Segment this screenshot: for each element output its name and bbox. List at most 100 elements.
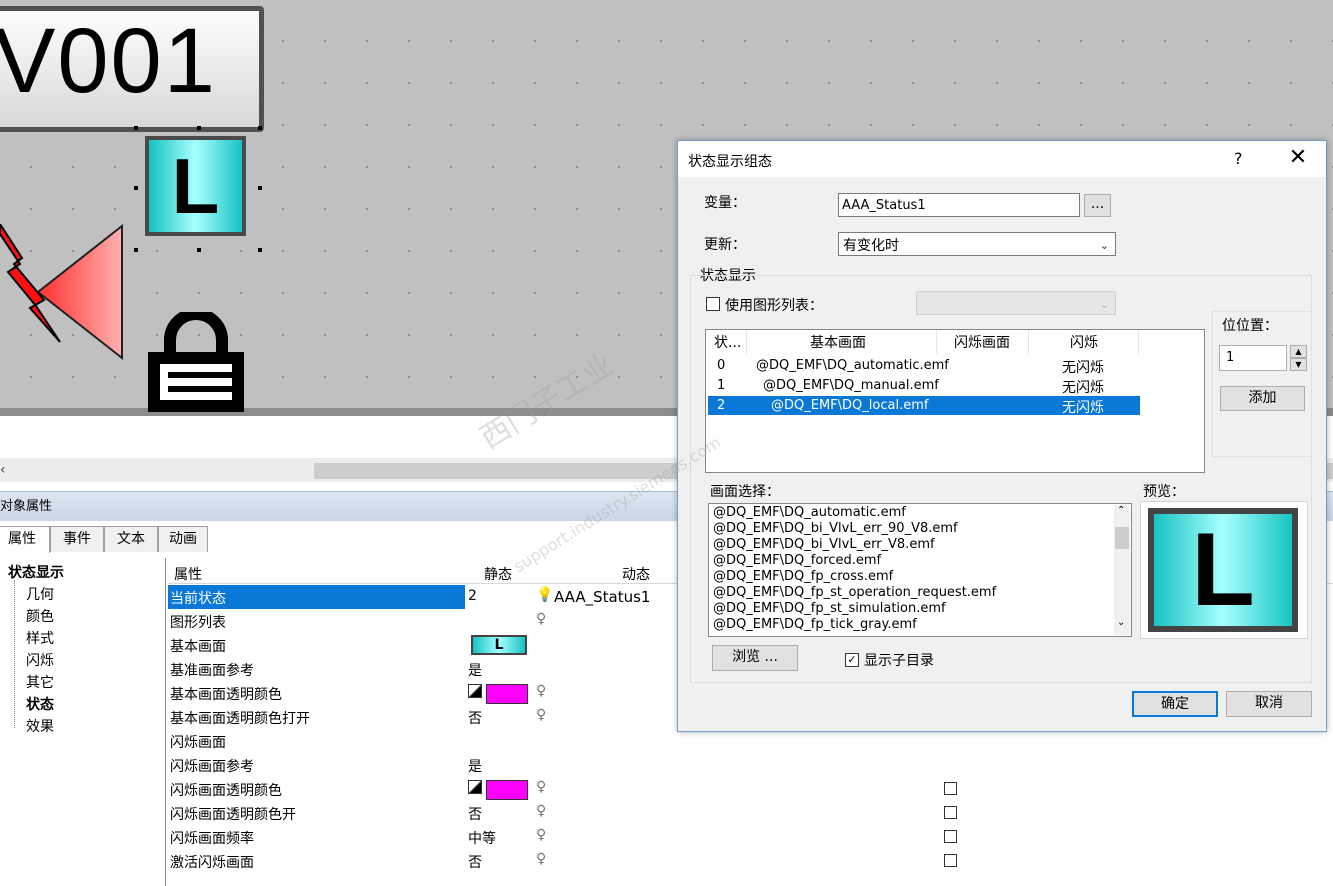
property-row-flash-frequency[interactable]: 闪烁画面频率 中等 ♀ — [168, 825, 1333, 849]
use-graphic-list-checkbox[interactable] — [706, 297, 720, 311]
show-subdirs-label: 显示子目录 — [864, 653, 934, 669]
dynamic-bulb-icon[interactable]: ♀ — [536, 683, 546, 699]
dynamic-bulb-icon[interactable]: ♀ — [536, 827, 546, 843]
spin-down-icon[interactable]: ▼ — [1290, 358, 1307, 371]
tree-item-misc[interactable]: 其它 — [26, 672, 54, 692]
help-icon[interactable]: ? — [1234, 149, 1243, 168]
picture-list-item[interactable]: @DQ_EMF\DQ_bi_VlvL_err_90_V8.emf — [713, 521, 958, 536]
dynamic-bulb-icon[interactable]: ♀ — [536, 611, 546, 627]
color-picker-icon[interactable] — [468, 780, 482, 794]
bit-position-input[interactable]: 1 — [1219, 345, 1287, 371]
state-col-header[interactable]: 状... — [714, 332, 741, 352]
indirect-checkbox[interactable] — [944, 854, 957, 867]
ok-button[interactable]: 确定 — [1132, 691, 1218, 717]
scroll-up-icon[interactable]: ⌃ — [1117, 505, 1125, 516]
chevron-down-icon: ⌄ — [1099, 239, 1109, 252]
dialog-title: 状态显示组态 — [688, 154, 772, 170]
blink-col-header[interactable]: 闪烁 — [1070, 332, 1098, 352]
picture-list-item[interactable]: @DQ_EMF\DQ_forced.emf — [713, 553, 881, 568]
property-static-value[interactable]: 否 — [468, 852, 482, 872]
property-name: 闪烁画面参考 — [170, 759, 254, 775]
dynamic-bulb-icon[interactable]: ♀ — [536, 851, 546, 867]
dynamic-bulb-icon[interactable]: ♀ — [536, 779, 546, 795]
variable-input[interactable]: AAA_Status1 — [838, 193, 1080, 217]
tab-properties[interactable]: 属性 — [0, 526, 50, 553]
color-swatch[interactable] — [486, 780, 528, 800]
color-swatch[interactable] — [486, 684, 528, 704]
picture-list-item[interactable]: @DQ_EMF\DQ_bi_VlvL_err_V8.emf — [713, 537, 935, 552]
close-icon[interactable]: ✕ — [1284, 145, 1312, 170]
basic-picture-thumbnail[interactable]: L — [471, 635, 527, 655]
state-row[interactable]: 1 @DQ_EMF\DQ_manual.emf 无闪烁 — [708, 376, 1140, 396]
selection-handle[interactable] — [258, 126, 262, 130]
property-static-value[interactable]: 是 — [468, 660, 482, 680]
spin-up-icon[interactable]: ▲ — [1290, 345, 1307, 358]
tab-texts[interactable]: 文本 — [104, 526, 158, 552]
state-list[interactable]: 状... 基本画面 闪烁画面 闪烁 0 @DQ_EMF\DQ_automatic… — [705, 329, 1205, 473]
property-static-value[interactable]: 中等 — [468, 828, 496, 848]
tree-item-flashing[interactable]: 闪烁 — [26, 650, 54, 670]
selection-handle[interactable] — [134, 126, 138, 130]
dynamic-bulb-icon[interactable]: ♀ — [536, 707, 546, 723]
state-row[interactable]: 0 @DQ_EMF\DQ_automatic.emf 无闪烁 — [708, 356, 1140, 376]
dynamic-bulb-icon[interactable]: 💡 — [536, 587, 553, 603]
property-name: 闪烁画面频率 — [170, 831, 254, 847]
property-row-flash-picture[interactable]: 闪烁画面 — [168, 729, 1333, 753]
selection-handle[interactable] — [134, 186, 138, 190]
update-select[interactable]: 有变化时 ⌄ — [838, 232, 1116, 256]
dialog-titlebar[interactable] — [678, 141, 1326, 177]
property-name: 激活闪烁画面 — [170, 855, 254, 871]
property-static-value[interactable]: 否 — [468, 804, 482, 824]
picture-list-item[interactable]: @DQ_EMF\DQ_fp_cross.emf — [713, 569, 893, 584]
local-mode-icon: L — [1154, 514, 1292, 626]
scrollbar-thumb[interactable] — [1115, 527, 1129, 549]
color-picker-icon[interactable] — [468, 684, 482, 698]
picture-list-item[interactable]: @DQ_EMF\DQ_fp_tick_gray.emf — [713, 617, 917, 632]
property-row-flash-transparent-on[interactable]: 闪烁画面透明颜色开 否 ♀ — [168, 801, 1333, 825]
selection-handle[interactable] — [258, 186, 262, 190]
status-display-config-dialog: 状态显示组态 ? ✕ 变量： AAA_Status1 ... 更新： 有变化时 … — [677, 140, 1327, 732]
tree-root-status-display[interactable]: 状态显示 — [8, 562, 64, 582]
indirect-checkbox[interactable] — [944, 830, 957, 843]
cancel-button[interactable]: 取消 — [1226, 691, 1312, 717]
dynamic-bulb-icon[interactable]: ♀ — [536, 803, 546, 819]
status-display-object[interactable]: L — [145, 136, 246, 236]
variable-browse-button[interactable]: ... — [1084, 194, 1111, 217]
scroll-left-icon[interactable]: ‹ — [0, 458, 14, 482]
tree-item-geometry[interactable]: 几何 — [26, 584, 54, 604]
picture-list-item[interactable]: @DQ_EMF\DQ_fp_st_simulation.emf — [713, 601, 946, 616]
show-subdirs-checkbox[interactable]: ✓ — [845, 653, 859, 667]
property-row-flash-transparent-color[interactable]: 闪烁画面透明颜色 ♀ — [168, 777, 1333, 801]
selection-handle[interactable] — [197, 126, 201, 130]
state-row-selected[interactable]: 2 @DQ_EMF\DQ_local.emf 无闪烁 — [708, 396, 1140, 416]
picture-list[interactable]: @DQ_EMF\DQ_automatic.emf @DQ_EMF\DQ_bi_V… — [708, 503, 1132, 637]
picture-list-scrollbar[interactable]: ⌃ ⌄ — [1114, 505, 1130, 635]
selection-handle[interactable] — [134, 248, 138, 252]
flash-picture-col-header[interactable]: 闪烁画面 — [954, 332, 1010, 352]
tree-item-color[interactable]: 颜色 — [26, 606, 54, 626]
graphic-list-select[interactable]: ⌄ — [916, 291, 1116, 315]
property-row-flash-reference[interactable]: 闪烁画面参考 是 — [168, 753, 1333, 777]
selection-handle[interactable] — [258, 248, 262, 252]
indirect-checkbox[interactable] — [944, 782, 957, 795]
tree-item-status[interactable]: 状态 — [26, 694, 54, 714]
preview-image: L — [1148, 508, 1298, 632]
browse-button[interactable]: 浏览 ... — [712, 645, 798, 671]
property-static-value[interactable]: 2 — [468, 588, 477, 604]
picture-list-item[interactable]: @DQ_EMF\DQ_fp_st_operation_request.emf — [713, 585, 996, 600]
tab-animations[interactable]: 动画 — [158, 526, 208, 552]
indirect-checkbox[interactable] — [944, 806, 957, 819]
lock-icon[interactable] — [148, 312, 244, 412]
selection-handle[interactable] — [197, 248, 201, 252]
property-row-flash-active[interactable]: 激活闪烁画面 否 ♀ — [168, 849, 1333, 873]
tree-item-effects[interactable]: 效果 — [26, 716, 54, 736]
picture-list-item[interactable]: @DQ_EMF\DQ_automatic.emf — [713, 505, 906, 520]
add-button[interactable]: 添加 — [1220, 386, 1305, 411]
tab-events[interactable]: 事件 — [50, 526, 104, 552]
scroll-down-icon[interactable]: ⌄ — [1117, 617, 1125, 628]
valve-fault-icon[interactable] — [0, 224, 130, 374]
property-static-value[interactable]: 否 — [468, 708, 482, 728]
property-static-value[interactable]: 是 — [468, 756, 482, 776]
basic-picture-col-header[interactable]: 基本画面 — [810, 332, 866, 352]
tree-item-style[interactable]: 样式 — [26, 628, 54, 648]
